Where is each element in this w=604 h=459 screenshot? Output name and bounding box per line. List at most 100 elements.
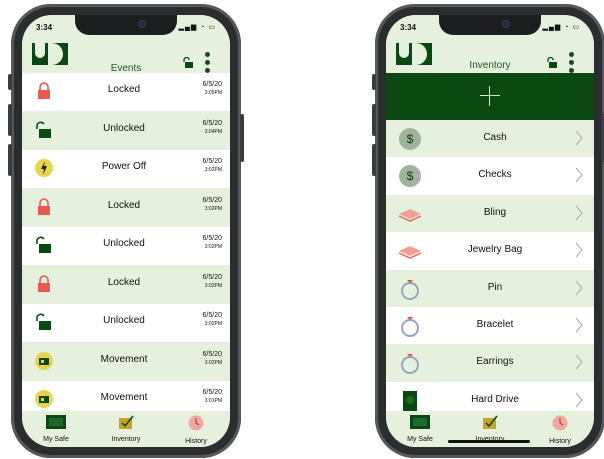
home-indicator[interactable] <box>448 440 530 443</box>
event-timestamp: 6/5/20 3:04PM <box>202 119 222 135</box>
tab-label: My Safe <box>43 436 69 443</box>
event-row[interactable]: Unlocked 6/5/20 3:04PM <box>22 111 230 150</box>
inventory-row[interactable]: Jewelry Bag <box>386 232 594 269</box>
tab-label: History <box>549 438 571 445</box>
inventory-row[interactable]: $ Checks <box>386 157 594 194</box>
gem-stack-icon <box>398 208 422 222</box>
inventory-row[interactable]: Bling <box>386 194 594 233</box>
padlock-open-green-icon <box>36 313 51 330</box>
item-label: Cash <box>483 132 507 143</box>
event-label: Locked <box>107 199 141 211</box>
volume-down-button <box>8 144 12 176</box>
padlock-open-green-icon <box>36 236 51 253</box>
inventory-screen: 3:34 ▂▄▆ ◔ ▭ Inventory $ Cash $ Checks B… <box>386 15 594 447</box>
item-label: Checks <box>478 169 512 181</box>
tab-inventory[interactable]: Inventory <box>96 415 156 443</box>
chevron-right-icon <box>575 317 583 333</box>
event-label: Unlocked <box>103 122 145 134</box>
item-label: Earrings <box>476 356 514 368</box>
padlock-open-icon[interactable] <box>182 57 194 69</box>
events-screen: 3:34 ▂▄▆ ◔ ▭ Events Locked 6/5/203:05PM <box>22 15 230 447</box>
phone-frame-events: 3:34 ▂▄▆ ◔ ▭ Events Locked 6/5/203:05PM <box>8 4 244 458</box>
power-button <box>240 114 244 162</box>
volume-up-button <box>8 104 12 136</box>
mute-switch <box>372 74 376 90</box>
inventory-row[interactable]: Earrings <box>386 344 594 382</box>
ring-icon <box>401 316 419 337</box>
volume-up-button <box>372 104 376 136</box>
status-icons: ▂▄▆ ◔ ▭ <box>542 24 580 31</box>
movement-icon <box>35 351 53 370</box>
tab-my-safe[interactable]: My Safe <box>26 415 86 443</box>
inventory-row[interactable]: Pin <box>386 269 594 307</box>
notch <box>75 15 177 35</box>
item-label: Jewelry Bag <box>467 244 523 256</box>
tab-history[interactable]: History <box>166 415 226 445</box>
events-list: Locked 6/5/20 3:05PM Unlocked 6/5/20 3:04P… <box>22 73 230 420</box>
event-row[interactable]: Power Off 6/5/20 3:02PM <box>22 150 230 189</box>
chevron-right-icon <box>575 205 583 221</box>
event-row[interactable]: Locked 6/5/20 3:02PM <box>22 265 230 304</box>
tab-label: Inventory <box>111 436 141 443</box>
inventory-row[interactable]: $ Cash <box>386 120 594 158</box>
event-row[interactable]: Locked 6/5/20 3:02PM <box>22 188 230 227</box>
item-label: Bracelet <box>476 318 514 330</box>
event-label: Locked <box>107 84 141 95</box>
inventory-row[interactable]: Bracelet <box>386 307 594 344</box>
tab-bar: My Safe Inventory History <box>386 411 594 447</box>
add-item-bar[interactable] <box>386 73 594 120</box>
mute-switch <box>8 74 12 90</box>
event-row[interactable]: Unlocked 6/5/20 3:02PM <box>22 227 230 266</box>
chevron-right-icon <box>575 130 583 146</box>
camera <box>139 21 145 27</box>
dollar-coin-icon: $ <box>399 128 421 150</box>
item-label: Pin <box>487 281 503 293</box>
chevron-right-icon <box>575 355 583 370</box>
page-title: Inventory <box>469 60 511 71</box>
safe-icon <box>46 415 66 429</box>
padlock-closed-red-icon <box>38 274 50 292</box>
event-timestamp: 6/5/20 3:01PM <box>202 389 222 404</box>
clock-icon <box>188 415 204 431</box>
event-timestamp: 6/5/20 3:02PM <box>202 235 222 250</box>
tab-inventory[interactable]: Inventory <box>460 415 520 443</box>
padlock-open-icon[interactable] <box>546 57 558 69</box>
event-timestamp: 6/5/20 3:02PM <box>202 158 222 173</box>
event-label: Unlocked <box>103 315 145 326</box>
dollar-coin-icon: $ <box>399 165 421 188</box>
movement-icon <box>35 390 53 408</box>
event-label: Power Off <box>101 161 147 172</box>
inventory-box-icon <box>483 415 498 429</box>
event-row[interactable]: Movement 6/5/20 3:02PM <box>22 342 230 381</box>
inventory-list: $ Cash $ Checks Bling Jewelry Bag Pin Br… <box>386 120 594 419</box>
event-timestamp: 6/5/20 3:02PM <box>202 312 222 327</box>
brand-logo-icon <box>32 43 68 65</box>
status-icons: ▂▄▆ ◔ ▭ <box>178 24 216 31</box>
padlock-closed-red-icon <box>38 82 50 99</box>
hard-drive-icon <box>403 390 417 413</box>
svg-text:$: $ <box>407 169 414 183</box>
event-row[interactable]: Unlocked 6/5/20 3:02PM <box>22 304 230 343</box>
power-bolt-icon <box>35 159 53 177</box>
volume-down-button <box>372 144 376 176</box>
camera <box>503 21 509 27</box>
ring-icon <box>401 279 419 300</box>
event-timestamp: 6/5/20 3:02PM <box>202 273 222 289</box>
status-time: 3:34 <box>400 23 417 32</box>
event-row[interactable]: Locked 6/5/20 3:05PM <box>22 73 230 112</box>
svg-text:$: $ <box>407 132 414 146</box>
chevron-right-icon <box>575 392 583 408</box>
event-timestamp: 6/5/20 3:02PM <box>202 350 222 366</box>
tab-label: History <box>185 438 207 445</box>
padlock-closed-red-icon <box>38 197 50 215</box>
tab-history[interactable]: History <box>530 415 590 445</box>
status-time: 3:34 <box>36 23 53 32</box>
chevron-right-icon <box>575 242 583 258</box>
event-timestamp: 6/5/20 3:02PM <box>202 196 222 212</box>
event-label: Unlocked <box>103 238 145 249</box>
phone-frame-inventory: 3:34 ▂▄▆ ◔ ▭ Inventory $ Cash $ Checks B… <box>372 4 604 458</box>
tab-my-safe[interactable]: My Safe <box>390 415 450 443</box>
plus-icon[interactable] <box>480 86 500 106</box>
chevron-right-icon <box>575 168 583 183</box>
item-label: Bling <box>483 206 507 218</box>
